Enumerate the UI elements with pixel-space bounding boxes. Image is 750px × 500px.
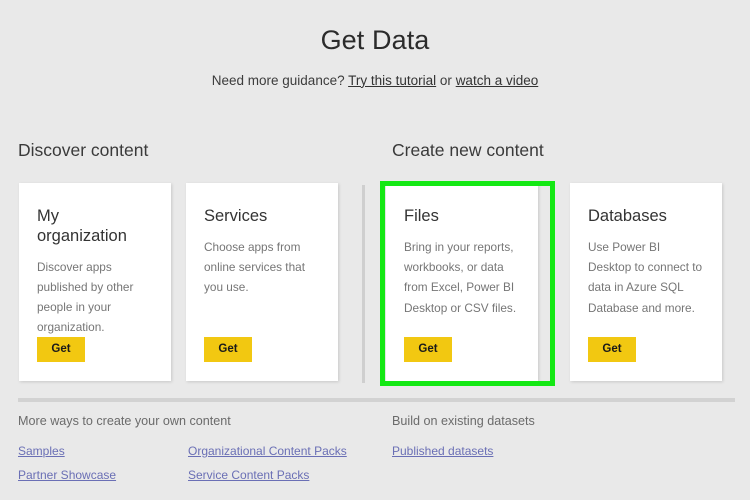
page-header: Get Data Need more guidance? Try this tu… [0, 0, 750, 89]
more-ways-heading: More ways to create your own content [18, 414, 231, 428]
card-content: My organization Discover apps published … [19, 183, 171, 338]
subtitle-conjunction-text: or [439, 72, 452, 88]
card-content: Services Choose apps from online service… [186, 183, 338, 298]
published-datasets-link[interactable]: Published datasets [392, 444, 493, 458]
get-button-services[interactable]: Get [204, 337, 252, 362]
card-description: Use Power BI Desktop to connect to data … [588, 239, 703, 315]
card-description: Choose apps from online services that yo… [204, 239, 305, 295]
card-title: Databases [588, 207, 667, 225]
get-button-my-organization[interactable]: Get [37, 337, 85, 362]
page-subtitle: Need more guidance? Try this tutorial or… [0, 73, 750, 89]
subtitle-prefix-text: Need more guidance? [211, 72, 345, 88]
card-description: Bring in your reports, workbooks, or dat… [404, 239, 517, 315]
horizontal-divider [18, 398, 735, 402]
card-description: Discover apps published by other people … [37, 259, 134, 335]
create-new-content-heading: Create new content [392, 140, 544, 160]
watch-a-video-link[interactable]: watch a video [456, 73, 539, 88]
card-my-organization[interactable]: My organization Discover apps published … [19, 183, 171, 381]
service-content-packs-link[interactable]: Service Content Packs [188, 468, 309, 482]
samples-link[interactable]: Samples [18, 444, 65, 458]
try-this-tutorial-link[interactable]: Try this tutorial [348, 73, 436, 88]
card-title: Services [204, 207, 268, 225]
build-on-datasets-heading: Build on existing datasets [392, 414, 535, 428]
card-content: Databases Use Power BI Desktop to connec… [570, 183, 722, 318]
partner-showcase-link[interactable]: Partner Showcase [18, 468, 116, 482]
page-title: Get Data [320, 25, 430, 55]
organizational-content-packs-link[interactable]: Organizational Content Packs [188, 444, 347, 458]
get-button-databases[interactable]: Get [588, 337, 636, 362]
vertical-divider [362, 185, 365, 383]
card-title: My organization [37, 207, 127, 245]
card-title: Files [404, 207, 439, 225]
card-content: Files Bring in your reports, workbooks, … [386, 183, 538, 318]
discover-content-heading: Discover content [18, 140, 149, 160]
card-databases[interactable]: Databases Use Power BI Desktop to connec… [570, 183, 722, 381]
card-files[interactable]: Files Bring in your reports, workbooks, … [386, 183, 538, 381]
get-button-files[interactable]: Get [404, 337, 452, 362]
card-services[interactable]: Services Choose apps from online service… [186, 183, 338, 381]
